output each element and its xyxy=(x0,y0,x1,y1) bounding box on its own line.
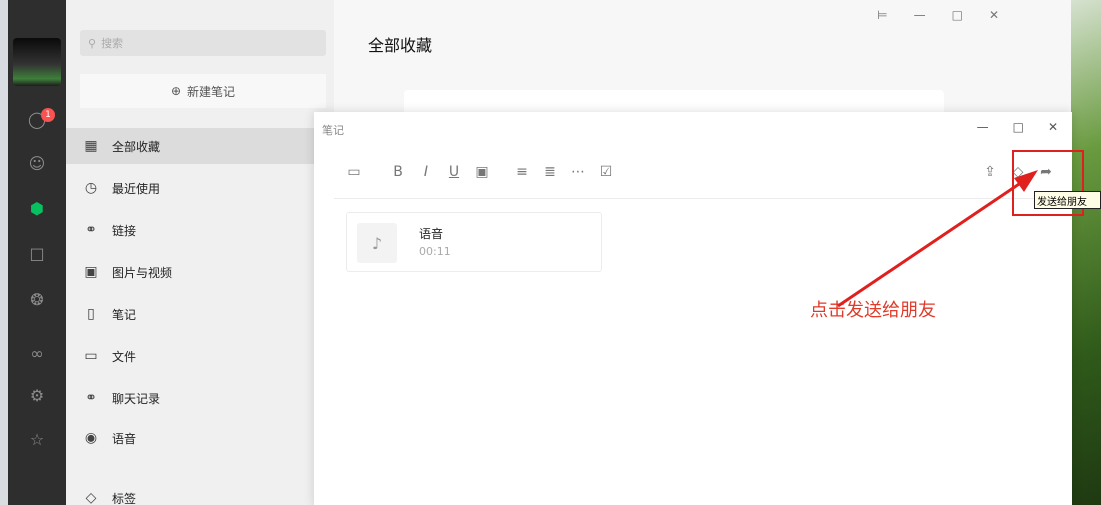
sidebar-item-label: 最近使用 xyxy=(112,181,161,196)
app-icon-bar: ◯ 1 ☺ ⬢ □ ❂ ∞ ⚙ ☆ xyxy=(8,0,66,505)
sidebar-item-images-videos[interactable]: ▣ 图片与视频 xyxy=(66,254,334,290)
note-window: 笔记 — □ ✕ ▭ B I U ▣ ≡ ≣ ⋯ ☑ ⇪ ◇ ➦ ♪ 语音 00… xyxy=(314,112,1072,505)
new-note-label: 新建笔记 xyxy=(187,84,236,99)
sidebar-item-all-favorites[interactable]: ▦ 全部收藏 xyxy=(66,128,334,164)
star-icon[interactable]: ☆ xyxy=(8,426,66,452)
sidebar-item-label: 全部收藏 xyxy=(112,139,161,154)
sidebar-item-label: 语音 xyxy=(112,431,137,446)
page-title: 全部收藏 xyxy=(368,36,433,55)
close-icon[interactable]: ✕ xyxy=(989,8,999,22)
clock-icon: ◷ xyxy=(84,180,98,196)
voice-icon: ◉ xyxy=(84,430,98,446)
sidebar-item-files[interactable]: ▭ 文件 xyxy=(66,338,334,374)
divider-icon[interactable]: ⋯ xyxy=(564,160,592,184)
chat-record-icon: ⚭ xyxy=(85,390,97,406)
folder-icon[interactable]: ▭ xyxy=(340,160,368,184)
annotation-text: 点击发送给朋友 xyxy=(810,300,936,321)
note-window-controls: — □ ✕ xyxy=(977,120,1058,134)
share-tooltip: 发送给朋友 xyxy=(1034,191,1101,209)
close-icon[interactable]: ✕ xyxy=(1048,120,1058,134)
link-icon: ⚭ xyxy=(85,222,97,238)
main-window-controls: ⊨ — □ ✕ xyxy=(877,8,999,22)
checkbox-icon[interactable]: ☑ xyxy=(592,160,620,184)
minimize-icon[interactable]: — xyxy=(914,8,926,22)
sidebar-item-label: 文件 xyxy=(112,349,137,364)
textbox-icon[interactable]: ▣ xyxy=(468,160,496,184)
sidebar-item-voice[interactable]: ◉ 语音 xyxy=(66,420,334,456)
settings-icon[interactable]: ⚙ xyxy=(8,382,66,408)
favorites-sidebar: ⚲ 搜索 ⊕ 新建笔记 ▦ 全部收藏 ◷ 最近使用 ⚭ 链接 ▣ 图片与视频 ▯… xyxy=(66,0,334,505)
sidebar-item-label: 聊天记录 xyxy=(112,391,161,406)
favorites-icon[interactable]: ⬢ xyxy=(8,195,66,221)
voice-attachment[interactable]: ♪ 语音 00:11 xyxy=(346,212,602,272)
sidebar-item-tags[interactable]: ◇ 标签 xyxy=(66,480,334,505)
note-icon: ▯ xyxy=(87,306,95,322)
mini-program-icon[interactable]: ∞ xyxy=(8,340,66,366)
search-placeholder: 搜索 xyxy=(101,37,124,50)
desktop-background-left xyxy=(0,0,8,505)
italic-icon[interactable]: I xyxy=(412,160,440,184)
folder-icon: ▭ xyxy=(84,348,98,364)
image-icon: ▣ xyxy=(84,264,98,280)
desktop-wallpaper xyxy=(1071,0,1101,505)
minimize-icon[interactable]: — xyxy=(977,120,989,134)
numbered-list-icon[interactable]: ≣ xyxy=(536,160,564,184)
toolbar-divider xyxy=(334,198,1052,199)
upload-icon[interactable]: ⇪ xyxy=(976,160,1004,184)
chat-icon[interactable]: ◯ xyxy=(8,106,66,132)
contacts-icon[interactable]: ☺ xyxy=(8,150,66,176)
maximize-icon[interactable]: □ xyxy=(952,8,963,22)
sidebar-item-recent[interactable]: ◷ 最近使用 xyxy=(66,170,334,206)
tag-icon: ◇ xyxy=(85,490,97,505)
unread-badge: 1 xyxy=(41,108,55,122)
sidebar-item-label: 笔记 xyxy=(112,307,137,322)
search-input[interactable]: ⚲ 搜索 xyxy=(80,30,326,56)
plus-circle-icon: ⊕ xyxy=(170,84,182,98)
search-icon: ⚲ xyxy=(88,36,97,50)
voice-name: 语音 xyxy=(419,227,444,241)
sidebar-item-label: 链接 xyxy=(112,223,137,238)
voice-duration: 00:11 xyxy=(419,245,451,258)
avatar[interactable] xyxy=(13,38,61,86)
sidebar-item-notes[interactable]: ▯ 笔记 xyxy=(66,296,334,332)
note-toolbar: ▭ B I U ▣ ≡ ≣ ⋯ ☑ ⇪ ◇ ➦ xyxy=(340,160,1060,184)
underline-icon[interactable]: U xyxy=(440,160,468,184)
folder-icon[interactable]: □ xyxy=(8,240,66,266)
note-window-title: 笔记 xyxy=(322,124,344,137)
bullet-list-icon[interactable]: ≡ xyxy=(508,160,536,184)
bold-icon[interactable]: B xyxy=(384,160,412,184)
sidebar-item-chat-records[interactable]: ⚭ 聊天记录 xyxy=(66,380,334,416)
sidebar-item-label: 图片与视频 xyxy=(112,265,173,280)
microphone-icon: ♪ xyxy=(357,223,397,263)
new-note-button[interactable]: ⊕ 新建笔记 xyxy=(80,74,326,108)
sidebar-item-label: 标签 xyxy=(112,491,137,505)
sidebar-item-links[interactable]: ⚭ 链接 xyxy=(66,212,334,248)
pin-icon[interactable]: ⊨ xyxy=(877,8,887,22)
maximize-icon[interactable]: □ xyxy=(1013,120,1024,134)
moments-icon[interactable]: ❂ xyxy=(8,286,66,312)
grid-icon: ▦ xyxy=(84,138,98,154)
